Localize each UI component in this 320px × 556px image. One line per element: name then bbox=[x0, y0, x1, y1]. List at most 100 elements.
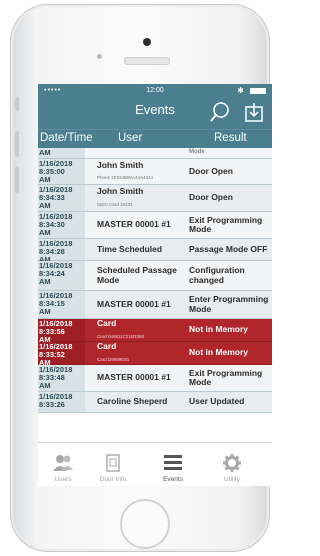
row-datetime: 1/16/2018 8:34:28 AM bbox=[38, 239, 85, 264]
row-result: Enter Programming Mode bbox=[183, 291, 272, 318]
user-name: Scheduled Passage Mode bbox=[97, 265, 177, 285]
row-user: John Smith Phone 2F834B90A44A4344 bbox=[85, 159, 183, 184]
row-datetime: 1/16/2018 8:35:00 AM bbox=[38, 159, 85, 184]
column-header: Date/Time User Result bbox=[38, 129, 272, 148]
credential-detail: Phone 2F834B90A44A4344 bbox=[97, 175, 154, 180]
table-row-partial: AM Mode bbox=[38, 148, 272, 159]
row-result: Door Open bbox=[183, 159, 272, 184]
tab-label: Events bbox=[163, 476, 183, 483]
user-name: MASTER 00001 #1 bbox=[97, 298, 171, 309]
tab-door-info[interactable]: Door Info bbox=[90, 454, 136, 483]
result-line: changed bbox=[189, 274, 224, 285]
row-datetime: 1/16/2018 8:33:26 bbox=[38, 392, 85, 412]
user-name: John Smith bbox=[97, 159, 144, 170]
row-user: Caroline Sheperd bbox=[85, 392, 183, 412]
row-datetime: AM bbox=[38, 148, 85, 158]
export-icon[interactable] bbox=[244, 101, 264, 123]
row-user: MASTER 00001 #1 bbox=[85, 212, 183, 238]
row-datetime: 1/16/2018 8:34:33 AM bbox=[38, 185, 85, 211]
gear-icon bbox=[223, 454, 241, 472]
row-user: MASTER 00001 #1 bbox=[85, 291, 183, 318]
row-result: Exit Programming Mode bbox=[183, 365, 272, 391]
row-user: Time Scheduled bbox=[85, 239, 183, 260]
row-user: Card Card 046511C21B3380 bbox=[85, 318, 183, 341]
table-row[interactable]: 1/16/2018 8:33:52 AM Card Card D9689E81 Not i… bbox=[38, 341, 272, 367]
column-user[interactable]: User bbox=[118, 132, 142, 144]
row-user: John Smith ISEO Card 18431 bbox=[85, 185, 183, 211]
events-list-icon bbox=[164, 455, 182, 470]
credential-detail: Card D9689E81 bbox=[97, 356, 130, 362]
datetime-line: AM bbox=[39, 307, 51, 317]
page-title: Events bbox=[135, 102, 175, 117]
user-name: MASTER 00001 #1 bbox=[97, 372, 171, 383]
result-line: Door Open bbox=[189, 192, 233, 203]
result-line: Door Open bbox=[189, 165, 233, 176]
proximity-sensor bbox=[97, 54, 102, 59]
row-datetime: 1/16/2018 8:33:52 AM bbox=[38, 342, 85, 367]
tab-bar: Users Door Info Events Utility bbox=[38, 442, 272, 486]
row-user: Scheduled Passage Mode bbox=[85, 261, 183, 290]
row-datetime: 1/16/2018 8:34:24 AM bbox=[38, 261, 85, 290]
battery-icon bbox=[250, 88, 266, 94]
table-row[interactable]: 1/16/2018 8:33:26 Caroline Sheperd User Upd… bbox=[38, 392, 272, 413]
row-datetime: 1/16/2018 8:34:15 AM bbox=[38, 291, 85, 318]
row-result: User Updated bbox=[183, 392, 272, 412]
table-row[interactable]: 1/16/2018 8:33:48 AM MASTER 00001 #1 Exit Pr… bbox=[38, 365, 272, 392]
datetime-line: AM bbox=[39, 201, 51, 211]
users-icon bbox=[53, 455, 73, 471]
datetime-line: AM bbox=[39, 277, 51, 287]
front-camera bbox=[143, 38, 151, 46]
event-list[interactable]: AM Mode 1/16/2018 8:35:00 AM John Smith Phon… bbox=[38, 148, 272, 413]
table-row[interactable]: 1/16/2018 8:34:24 AM Scheduled Passage Mode… bbox=[38, 261, 272, 291]
table-row[interactable]: 1/16/2018 8:35:00 AM John Smith Phone 2F834B… bbox=[38, 159, 272, 185]
row-result: Mode bbox=[189, 149, 205, 155]
volume-down-button bbox=[15, 167, 19, 193]
row-datetime: 1/16/2018 8:34:30 AM bbox=[38, 212, 85, 238]
result-line: User Updated bbox=[189, 396, 245, 407]
mute-switch bbox=[15, 97, 19, 111]
home-button[interactable] bbox=[120, 499, 170, 549]
search-icon[interactable] bbox=[210, 101, 230, 123]
app-screen: ••••• 12:00 ✱ Events Date/Time User Resu… bbox=[38, 84, 272, 486]
datetime-line: AM bbox=[39, 381, 51, 391]
result-line: Mode bbox=[189, 303, 212, 314]
result-line: Mode bbox=[189, 224, 212, 234]
table-row[interactable]: 1/16/2018 8:34:28 AM Time Scheduled Passage … bbox=[38, 239, 272, 264]
row-result: Door Open bbox=[183, 185, 272, 211]
datetime-line: AM bbox=[39, 175, 51, 185]
user-name: Card bbox=[97, 318, 117, 328]
tab-utility[interactable]: Utility bbox=[209, 454, 255, 483]
result-line: Not in Memory bbox=[189, 324, 249, 335]
table-row[interactable]: 1/16/2018 8:34:30 AM MASTER 00001 #1 Exit Pr… bbox=[38, 212, 272, 239]
result-line: Mode bbox=[189, 377, 212, 387]
row-datetime: 1/16/2018 8:33:48 AM bbox=[38, 365, 85, 391]
row-result: Configuration changed bbox=[183, 261, 272, 290]
result-line: Passage Mode OFF bbox=[189, 243, 268, 254]
bluetooth-icon: ✱ bbox=[237, 86, 244, 95]
column-result[interactable]: Result bbox=[214, 132, 247, 144]
volume-up-button bbox=[15, 131, 19, 157]
tab-users[interactable]: Users bbox=[40, 454, 86, 483]
column-datetime[interactable]: Date/Time bbox=[40, 132, 93, 144]
status-bar: ••••• 12:00 ✱ bbox=[38, 84, 272, 98]
result-line: Not in Memory bbox=[189, 347, 249, 358]
app-header: ••••• 12:00 ✱ Events bbox=[38, 84, 272, 129]
door-info-icon bbox=[106, 454, 120, 472]
tab-label: Users bbox=[54, 476, 72, 483]
table-row[interactable]: 1/16/2018 8:34:15 AM MASTER 00001 #1 Enter P… bbox=[38, 291, 272, 319]
user-name: John Smith bbox=[97, 186, 144, 196]
row-user bbox=[85, 148, 183, 158]
row-result: Not in Memory bbox=[183, 319, 272, 341]
user-name: Card bbox=[97, 341, 117, 351]
row-user: MASTER 00001 #1 bbox=[85, 365, 183, 391]
row-datetime: 1/16/2018 8:33:56 AM bbox=[38, 319, 85, 344]
credential-detail: ISEO Card 18431 bbox=[97, 201, 133, 207]
row-result: Passage Mode OFF bbox=[183, 239, 272, 260]
tab-events[interactable]: Events bbox=[150, 454, 196, 483]
tab-label: Door Info bbox=[99, 476, 127, 483]
earpiece-speaker bbox=[124, 57, 170, 65]
table-row[interactable]: 1/16/2018 8:33:56 AM Card Card 046511C21B338… bbox=[38, 318, 272, 344]
table-row[interactable]: 1/16/2018 8:34:33 AM John Smith ISEO Card 18… bbox=[38, 185, 272, 212]
user-name: Time Scheduled bbox=[97, 243, 163, 254]
row-result: Exit Programming Mode bbox=[183, 212, 272, 238]
